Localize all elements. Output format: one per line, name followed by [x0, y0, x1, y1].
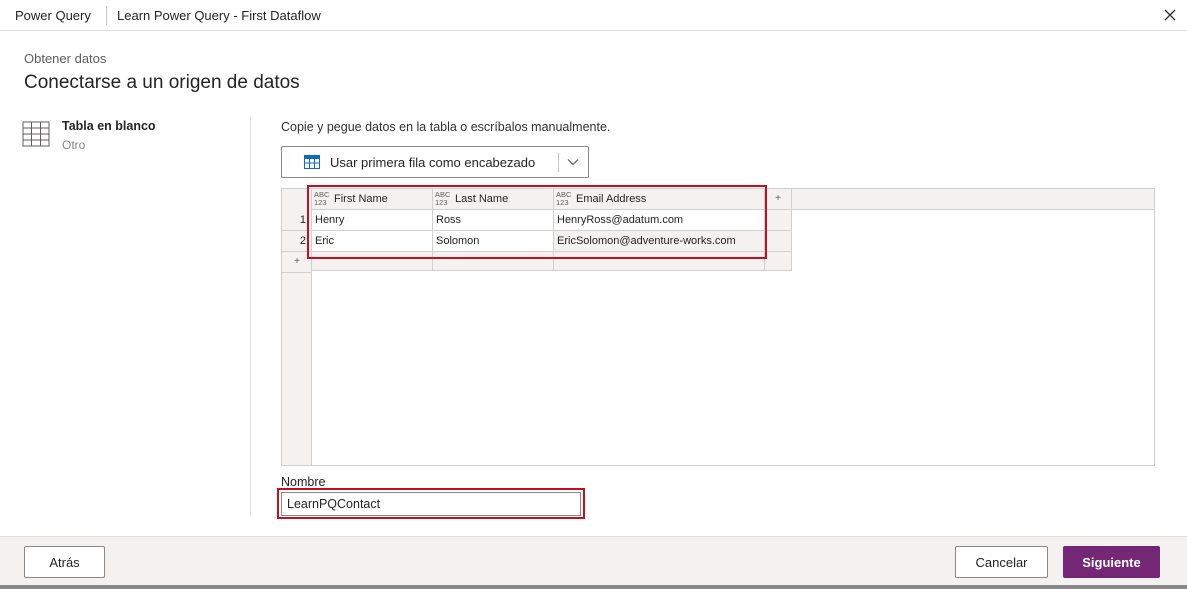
cancel-button[interactable]: Cancelar	[955, 546, 1048, 578]
name-field[interactable]	[281, 492, 581, 516]
split-separator	[558, 153, 559, 172]
close-icon[interactable]	[1160, 5, 1180, 25]
grid-corner-cell	[282, 189, 312, 210]
type-any-icon: ABC 123	[314, 190, 330, 207]
footer-bar: Atrás Cancelar Siguiente	[0, 536, 1187, 589]
table-icon	[22, 120, 50, 148]
table-cell-empty	[312, 252, 433, 271]
table-cell[interactable]: Solomon	[433, 231, 554, 252]
source-category: Otro	[62, 138, 86, 152]
column-name: Email Address	[576, 193, 647, 205]
table-cell[interactable]: Henry	[312, 210, 433, 231]
column-name: First Name	[334, 193, 388, 205]
table-cell-empty	[554, 252, 765, 271]
use-first-row-as-headers-button[interactable]: Usar primera fila como encabezado	[281, 146, 589, 178]
add-column-button[interactable]: +	[765, 189, 792, 210]
table-cell[interactable]: EricSolomon@adventure-works.com	[554, 231, 765, 252]
app-name: Power Query	[15, 8, 91, 23]
panel-divider	[250, 117, 251, 516]
next-button[interactable]: Siguiente	[1063, 546, 1160, 578]
document-title: Learn Power Query - First Dataflow	[117, 8, 321, 23]
row-number: 1	[282, 210, 312, 231]
page-title: Conectarse a un origen de datos	[24, 72, 300, 93]
type-any-icon: ABC 123	[556, 190, 572, 207]
table-cell-filler	[765, 231, 792, 252]
table-cell-empty	[765, 252, 792, 271]
title-separator	[106, 6, 107, 25]
back-button[interactable]: Atrás	[24, 546, 105, 578]
window-bottom-edge	[0, 585, 1187, 589]
table-cell-empty	[433, 252, 554, 271]
table-cell[interactable]: Ross	[433, 210, 554, 231]
instructions-text: Copie y pegue datos en la tabla o escríb…	[281, 120, 611, 134]
column-header-last-name[interactable]: ABC 123 Last Name	[433, 189, 554, 210]
table-cell[interactable]: HenryRoss@adatum.com	[554, 210, 765, 231]
data-entry-grid: ABC 123 First Name ABC 123 Last Name ABC 12…	[281, 188, 1155, 466]
source-name: Tabla en blanco	[62, 119, 156, 133]
type-any-icon: ABC 123	[435, 190, 451, 207]
page-subtitle: Obtener datos	[24, 51, 107, 66]
title-bar: Power Query Learn Power Query - First Da…	[0, 0, 1187, 31]
column-header-email-address[interactable]: ABC 123 Email Address	[554, 189, 765, 210]
name-field-label: Nombre	[281, 475, 326, 489]
table-grid-icon	[304, 155, 320, 169]
column-header-first-name[interactable]: ABC 123 First Name	[312, 189, 433, 210]
table-cell[interactable]: Eric	[312, 231, 433, 252]
header-button-label: Usar primera fila como encabezado	[330, 155, 536, 170]
column-name: Last Name	[455, 193, 509, 205]
row-number: 2	[282, 231, 312, 252]
add-row-button[interactable]: +	[282, 252, 312, 273]
chevron-down-icon[interactable]	[566, 155, 580, 169]
table-cell-filler	[765, 210, 792, 231]
